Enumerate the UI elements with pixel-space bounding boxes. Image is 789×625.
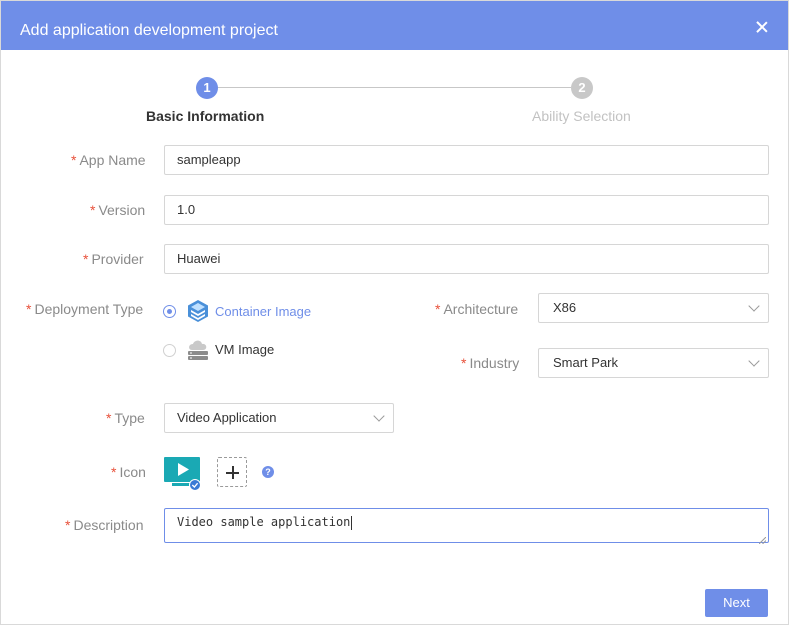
stepper-connector — [217, 87, 571, 88]
industry-select[interactable]: Smart Park — [538, 348, 769, 378]
vm-image-option-label[interactable]: VM Image — [215, 342, 274, 358]
description-value: Video sample application — [177, 515, 351, 529]
version-label: * Version — [90, 202, 146, 218]
required-mark: * — [90, 202, 96, 218]
close-icon[interactable] — [756, 21, 768, 33]
add-project-dialog: Add application development project 1 2 … — [0, 0, 789, 625]
next-button[interactable]: Next — [705, 589, 768, 617]
version-input[interactable]: 1.0 — [164, 195, 769, 225]
description-label: * Description — [65, 517, 144, 533]
architecture-value: X86 — [553, 300, 577, 315]
vm-image-radio[interactable] — [163, 344, 176, 357]
question-icon[interactable]: ? — [262, 466, 274, 478]
required-mark: * — [461, 355, 467, 371]
industry-value: Smart Park — [553, 355, 619, 370]
video-play-icon — [164, 457, 201, 491]
required-mark: * — [111, 464, 117, 480]
container-image-option-label[interactable]: Container Image — [215, 304, 311, 320]
dialog-header: Add application development project — [1, 1, 788, 50]
architecture-select[interactable]: X86 — [538, 293, 769, 323]
container-image-icon — [186, 299, 210, 323]
chevron-down-icon — [373, 410, 385, 422]
required-mark: * — [65, 517, 71, 533]
container-image-radio[interactable] — [163, 305, 176, 318]
step-1-indicator: 1 — [196, 77, 218, 99]
industry-label: * Industry — [461, 355, 520, 371]
provider-label: * Provider — [83, 251, 144, 267]
required-mark: * — [106, 410, 112, 426]
chevron-down-icon — [748, 300, 760, 312]
required-mark: * — [83, 251, 89, 267]
type-select[interactable]: Video Application — [164, 403, 394, 433]
required-mark: * — [435, 301, 441, 317]
resize-grip-icon[interactable] — [758, 533, 767, 545]
text-caret — [351, 515, 353, 530]
step-1-label: Basic Information — [146, 108, 265, 124]
app-name-input[interactable]: sampleapp — [164, 145, 769, 175]
chevron-down-icon — [748, 355, 760, 367]
required-mark: * — [71, 152, 77, 168]
type-value: Video Application — [177, 410, 277, 425]
description-textarea[interactable]: Video sample application — [164, 508, 769, 545]
deployment-type-label: * Deployment Type — [26, 301, 144, 317]
vm-image-icon — [186, 338, 210, 360]
add-icon-button[interactable] — [217, 457, 247, 487]
app-name-label: * App Name — [71, 152, 146, 168]
icon-label: * Icon — [111, 464, 146, 480]
dialog-title: Add application development project — [20, 22, 278, 39]
architecture-label: * Architecture — [435, 301, 519, 317]
step-2-indicator: 2 — [571, 77, 593, 99]
type-label: * Type — [106, 410, 145, 426]
step-2-label: Ability Selection — [532, 108, 631, 124]
required-mark: * — [26, 301, 32, 317]
provider-input[interactable]: Huawei — [164, 244, 769, 274]
